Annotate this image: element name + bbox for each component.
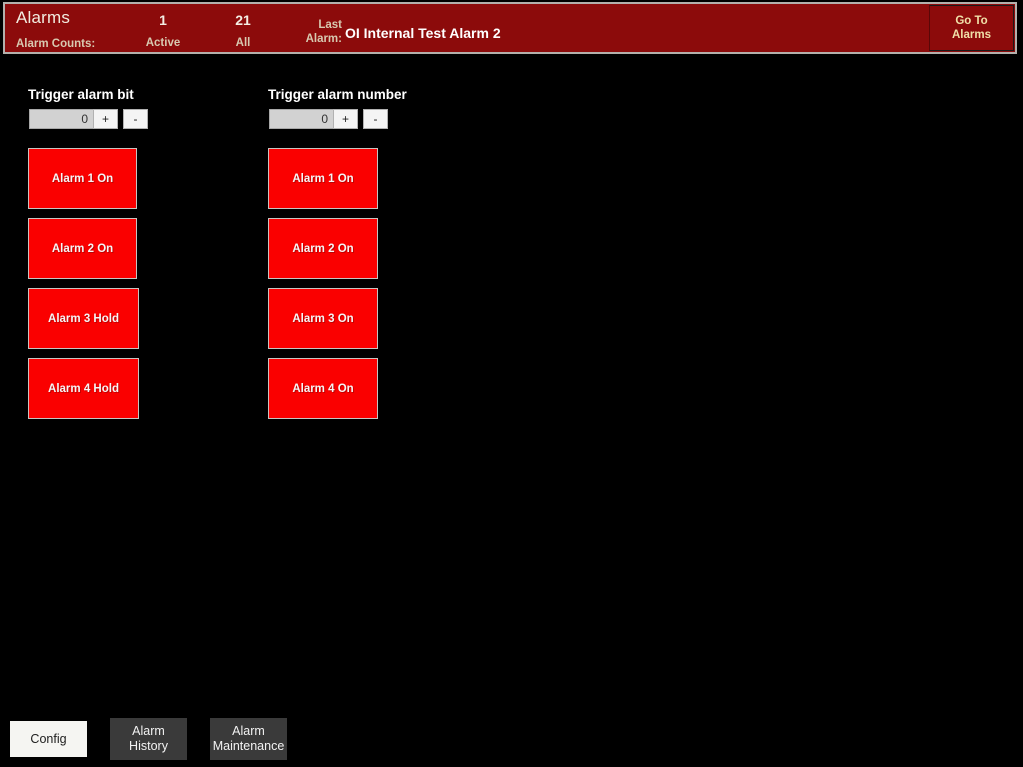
alarm-number-button-2[interactable]: Alarm 2 On bbox=[268, 218, 378, 279]
nav-button-alarm-history-line2: History bbox=[129, 739, 168, 754]
alarm-bit-button-1-label: Alarm 1 On bbox=[52, 173, 113, 185]
alarm-bit-button-2-label: Alarm 2 On bbox=[52, 243, 113, 255]
alarm-bit-button-1[interactable]: Alarm 1 On bbox=[28, 148, 137, 209]
alarm-number-button-4[interactable]: Alarm 4 On bbox=[268, 358, 378, 419]
nav-button-config-label: Config bbox=[30, 732, 66, 747]
alarm-number-button-1-label: Alarm 1 On bbox=[292, 173, 353, 185]
last-alarm-value: OI Internal Test Alarm 2 bbox=[345, 25, 501, 41]
trigger-alarm-bit-decrement-button[interactable]: - bbox=[123, 109, 148, 129]
trigger-alarm-number-decrement-button[interactable]: - bbox=[363, 109, 388, 129]
trigger-alarm-bit-increment-button[interactable]: + bbox=[93, 109, 118, 129]
alarm-bit-button-2[interactable]: Alarm 2 On bbox=[28, 218, 137, 279]
alarm-number-button-3[interactable]: Alarm 3 On bbox=[268, 288, 378, 349]
go-to-alarms-label-line1: Go To bbox=[955, 14, 987, 28]
nav-button-alarm-maintenance[interactable]: Alarm Maintenance bbox=[209, 717, 288, 761]
active-alarm-count: 1 Active bbox=[123, 13, 203, 49]
page-title: Alarms bbox=[16, 8, 70, 28]
alarm-control-screen: Alarms Alarm Counts: 1 Active 21 All Las… bbox=[0, 0, 1023, 767]
alarm-number-button-4-label: Alarm 4 On bbox=[292, 383, 353, 395]
nav-button-alarm-history-line1: Alarm bbox=[129, 724, 168, 739]
trigger-alarm-number-input[interactable]: 0 bbox=[269, 109, 333, 129]
active-alarm-count-value: 1 bbox=[123, 13, 203, 27]
trigger-alarm-bit-heading: Trigger alarm bit bbox=[28, 87, 134, 102]
alarm-counts-label: Alarm Counts: bbox=[16, 38, 95, 50]
all-alarm-count: 21 All bbox=[203, 13, 283, 49]
alarm-bit-button-3[interactable]: Alarm 3 Hold bbox=[28, 288, 139, 349]
alarm-status-banner: Alarms Alarm Counts: 1 Active 21 All Las… bbox=[3, 2, 1017, 54]
alarm-number-button-1[interactable]: Alarm 1 On bbox=[268, 148, 378, 209]
active-alarm-count-label: Active bbox=[123, 37, 203, 49]
nav-button-alarm-history[interactable]: Alarm History bbox=[109, 717, 188, 761]
alarm-bit-button-3-label: Alarm 3 Hold bbox=[48, 313, 119, 325]
all-alarm-count-value: 21 bbox=[203, 13, 283, 27]
alarm-bit-button-4[interactable]: Alarm 4 Hold bbox=[28, 358, 139, 419]
all-alarm-count-label: All bbox=[203, 37, 283, 49]
trigger-alarm-number-spinner: 0 + - bbox=[269, 109, 388, 129]
trigger-alarm-number-increment-button[interactable]: + bbox=[333, 109, 358, 129]
last-alarm-label-line2: Alarm: bbox=[300, 32, 342, 46]
last-alarm-label: Last Alarm: bbox=[300, 18, 342, 46]
nav-button-alarm-maintenance-line2: Maintenance bbox=[213, 739, 285, 754]
alarm-number-button-3-label: Alarm 3 On bbox=[292, 313, 353, 325]
last-alarm-label-line1: Last bbox=[300, 18, 342, 32]
nav-button-alarm-maintenance-line1: Alarm bbox=[213, 724, 285, 739]
trigger-alarm-bit-spinner: 0 + - bbox=[29, 109, 148, 129]
go-to-alarms-label-line2: Alarms bbox=[952, 28, 991, 42]
trigger-alarm-number-heading: Trigger alarm number bbox=[268, 87, 407, 102]
alarm-number-button-2-label: Alarm 2 On bbox=[292, 243, 353, 255]
alarm-bit-button-4-label: Alarm 4 Hold bbox=[48, 383, 119, 395]
go-to-alarms-button[interactable]: Go To Alarms bbox=[929, 5, 1014, 51]
nav-button-config[interactable]: Config bbox=[9, 720, 88, 758]
trigger-alarm-bit-input[interactable]: 0 bbox=[29, 109, 93, 129]
